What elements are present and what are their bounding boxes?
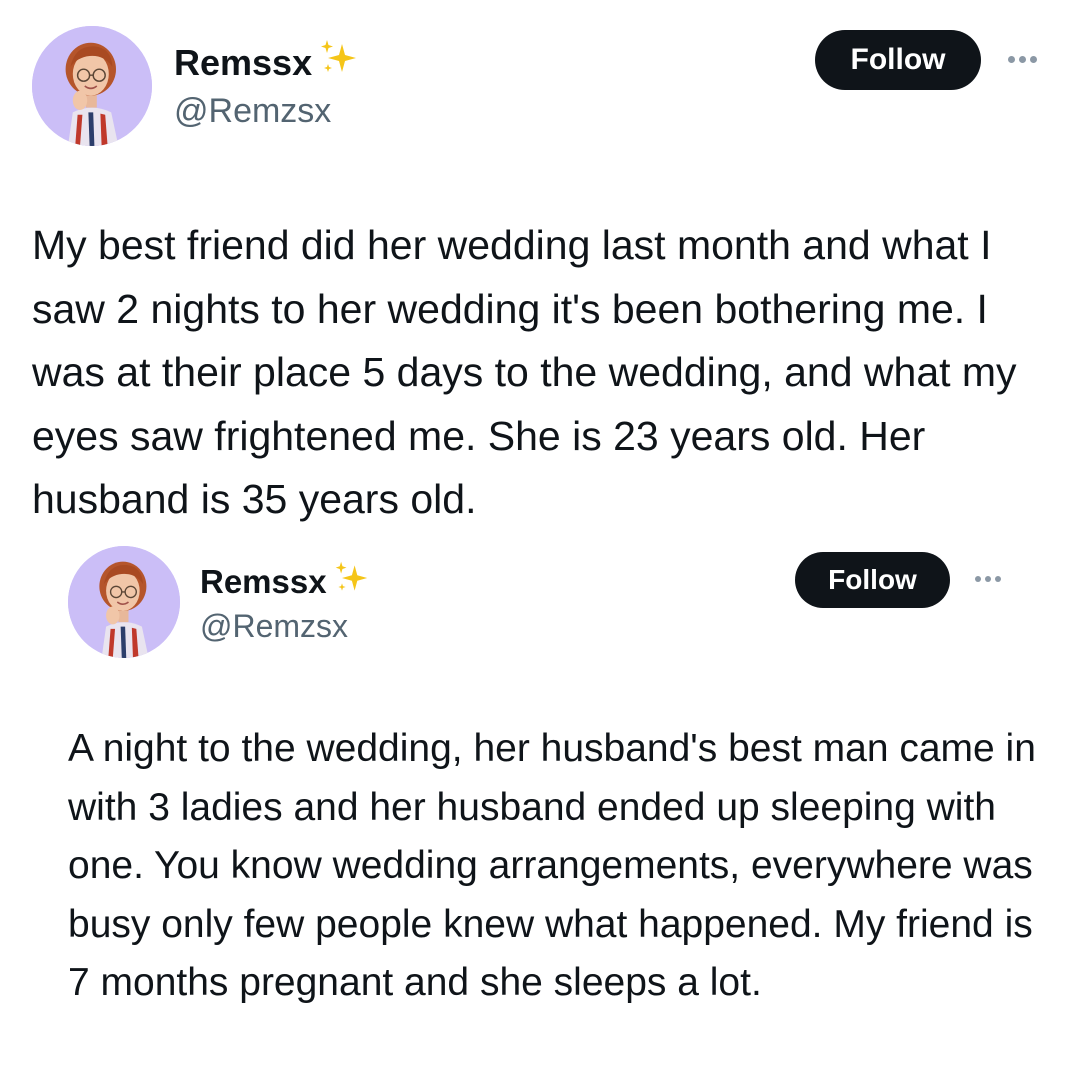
sparkles-emoji-icon [331, 560, 371, 604]
avatar-image [68, 546, 180, 658]
display-name[interactable]: Remssx [200, 560, 371, 604]
follow-button[interactable]: Follow [815, 30, 981, 90]
tweet-text: My best friend did her wedding last mont… [32, 222, 1017, 522]
follow-button[interactable]: Follow [795, 552, 950, 608]
user-handle[interactable]: @Remzsx [174, 92, 331, 131]
avatar-image [32, 26, 152, 146]
display-name-text: Remssx [200, 563, 327, 600]
tweet-card: Remssx @Remzsx Follow My best friend did… [0, 0, 1080, 540]
user-handle[interactable]: @Remzsx [200, 608, 348, 645]
display-name[interactable]: Remssx [174, 38, 360, 87]
more-horizontal-icon[interactable] [975, 576, 1001, 582]
sparkles-emoji-icon [316, 38, 360, 87]
tweet-card: Remssx @Remzsx Follow A night to the wed… [0, 540, 1080, 1080]
avatar[interactable] [32, 26, 152, 146]
avatar[interactable] [68, 546, 180, 658]
tweet-text: A night to the wedding, her husband's be… [68, 727, 1036, 1004]
display-name-text: Remssx [174, 41, 313, 83]
more-horizontal-icon[interactable] [1008, 56, 1037, 63]
